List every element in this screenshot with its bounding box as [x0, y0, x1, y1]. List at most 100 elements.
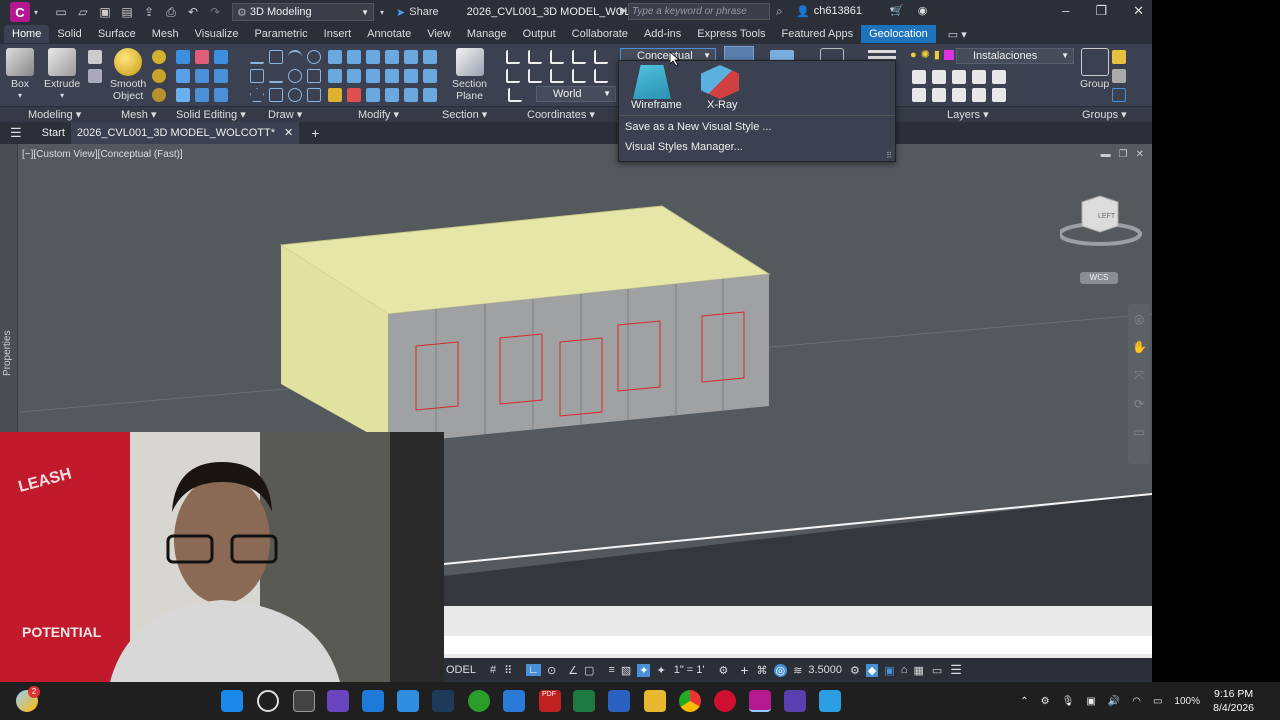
excel-icon[interactable] [573, 690, 595, 712]
share-button[interactable]: ➤ Share [396, 6, 439, 19]
restore-icon[interactable]: ❐ [1095, 3, 1107, 19]
viewcube[interactable]: LEFT [1058, 194, 1144, 257]
help-icon[interactable]: ◉ [918, 4, 928, 17]
panel-layers[interactable]: Layers ▾ [947, 108, 989, 121]
tab-start[interactable]: Start [36, 122, 71, 144]
section-plane-button[interactable]: Section Plane [452, 48, 487, 102]
tab-add-ins[interactable]: Add-ins [636, 25, 689, 43]
units-value[interactable]: 3.5000 [808, 664, 842, 676]
autocad-app-icon[interactable] [784, 690, 806, 712]
quick-properties-icon[interactable]: ⚙ [850, 664, 860, 677]
recorder-icon[interactable] [714, 690, 736, 712]
search-icon[interactable] [257, 690, 279, 712]
hardware-accel-icon[interactable]: ◎ [773, 663, 788, 677]
object-snap-icon[interactable]: ▢ [584, 664, 594, 677]
redo-icon[interactable]: ↷ [208, 5, 222, 19]
fullscreen-icon[interactable]: ▭ [932, 664, 942, 677]
close-icon[interactable]: ✕ [1136, 149, 1144, 160]
shell-icon[interactable] [195, 88, 209, 102]
chevron-up-icon[interactable]: ⌃ [1020, 696, 1028, 707]
layer-unlock-icon[interactable] [972, 88, 986, 102]
xbox-icon[interactable] [468, 690, 490, 712]
polyline-icon[interactable] [269, 50, 283, 64]
word-icon[interactable] [608, 690, 630, 712]
save-new-visual-style-item[interactable]: Save as a New Visual Style ... [625, 121, 772, 133]
mirror-icon[interactable] [423, 50, 437, 64]
search-icon[interactable]: ⌕ [776, 4, 783, 19]
transparency-icon[interactable]: ▧ [621, 664, 631, 677]
erase-icon[interactable] [328, 88, 342, 102]
panel-section[interactable]: Section ▾ [442, 108, 487, 121]
home-icon[interactable]: ⌂ [901, 664, 908, 676]
customization-menu-icon[interactable]: ☰ [950, 662, 962, 678]
box-button[interactable]: Box ▾ [6, 48, 34, 102]
extrude-button[interactable]: Extrude ▾ [44, 48, 80, 102]
polysolid-icon[interactable] [88, 50, 102, 64]
wcs-menu[interactable]: WCS [1080, 272, 1118, 284]
tab-manage[interactable]: Manage [459, 25, 515, 43]
ucs-icon-toggle[interactable] [508, 88, 522, 102]
open-icon[interactable]: ▱ [76, 5, 90, 19]
annotation-scale[interactable]: 1" = 1' [674, 664, 705, 676]
group-button[interactable]: Group [1080, 48, 1109, 90]
stretch-icon[interactable] [404, 69, 418, 83]
ortho-icon[interactable]: ∟ [526, 664, 541, 676]
tab-parametric[interactable]: Parametric [246, 25, 315, 43]
slice-icon[interactable] [176, 69, 190, 83]
coordinates-dropdown[interactable]: World ▼ [536, 86, 616, 102]
union-icon[interactable] [176, 50, 190, 64]
lock-ui-icon[interactable]: ◆ [865, 663, 879, 677]
offset-edge-icon[interactable] [214, 69, 228, 83]
tab-featured-apps[interactable]: Featured Apps [774, 25, 862, 43]
layer-isolate-icon[interactable] [952, 70, 966, 84]
task-view-icon[interactable] [293, 690, 315, 712]
layer-unisolate-icon[interactable] [972, 70, 986, 84]
scale-icon[interactable] [385, 69, 399, 83]
mesh-sphere-icon[interactable] [152, 50, 166, 64]
tab-solid[interactable]: Solid [49, 25, 89, 43]
customize-caret-icon[interactable]: ▾ [380, 8, 384, 17]
gizmo-icon[interactable] [328, 50, 342, 64]
isodraft-icon[interactable]: ∠ [568, 664, 578, 677]
model-space-button[interactable]: ODEL [446, 664, 476, 676]
ucs-y-icon[interactable] [572, 69, 586, 83]
tab-express-tools[interactable]: Express Tools [689, 25, 773, 43]
wifi-icon[interactable]: ◠ [1132, 696, 1141, 707]
group-selection-icon[interactable] [1112, 88, 1126, 102]
tab-annotate[interactable]: Annotate [359, 25, 419, 43]
trim-icon[interactable] [347, 88, 361, 102]
donut-icon[interactable] [288, 88, 302, 102]
chamfer-icon[interactable] [404, 88, 418, 102]
chrome-icon[interactable] [679, 690, 701, 712]
close-tab-icon[interactable]: ✕ [284, 127, 293, 139]
workspace-dropdown[interactable]: ⚙ 3D Modeling ▼ [232, 3, 375, 21]
copy-icon[interactable] [328, 69, 342, 83]
restore-icon[interactable]: ❐ [1119, 149, 1128, 160]
annotation-visibility-icon[interactable]: ✦ [637, 663, 651, 677]
zoom-icon[interactable]: ⤧ [1132, 368, 1146, 383]
layer-off-icon[interactable] [912, 88, 926, 102]
workspace-switch-icon[interactable]: ⚙ [718, 664, 728, 677]
minimize-icon[interactable]: ▬ [1101, 149, 1111, 160]
battery-icon[interactable]: ▭ [1153, 696, 1162, 707]
visual-style-wireframe[interactable]: Wireframe [631, 99, 682, 111]
mic-icon[interactable]: 🎙 [1062, 696, 1075, 707]
pan-icon[interactable]: ✋ [1132, 340, 1147, 354]
wireframe-thumbnail-icon[interactable] [633, 65, 671, 99]
edit-app-icon[interactable] [819, 690, 841, 712]
polar-icon[interactable]: ⊙ [547, 664, 556, 677]
ribbon-toggle-icon[interactable]: ▭ ▾ [948, 28, 967, 41]
fillet-icon[interactable] [423, 69, 437, 83]
civil3d-icon[interactable] [749, 690, 771, 712]
tab-active-drawing[interactable]: 2026_CVL001_3D MODEL_WOLCOTT* ✕ [70, 122, 300, 144]
3d-rotate-icon[interactable] [366, 69, 380, 83]
new-tab-icon[interactable]: + [311, 125, 319, 141]
x-ray-thumbnail-icon[interactable] [701, 65, 739, 99]
separate-icon[interactable] [214, 88, 228, 102]
tray-app-icon[interactable]: ⚙ [1041, 696, 1050, 707]
panel-groups[interactable]: Groups ▾ [1082, 108, 1127, 121]
resize-grip-icon[interactable]: ⠿ [886, 151, 892, 160]
cart-icon[interactable]: 🛒 [890, 4, 904, 17]
ucs-origin-icon[interactable] [550, 50, 564, 64]
photos-icon[interactable] [503, 690, 525, 712]
